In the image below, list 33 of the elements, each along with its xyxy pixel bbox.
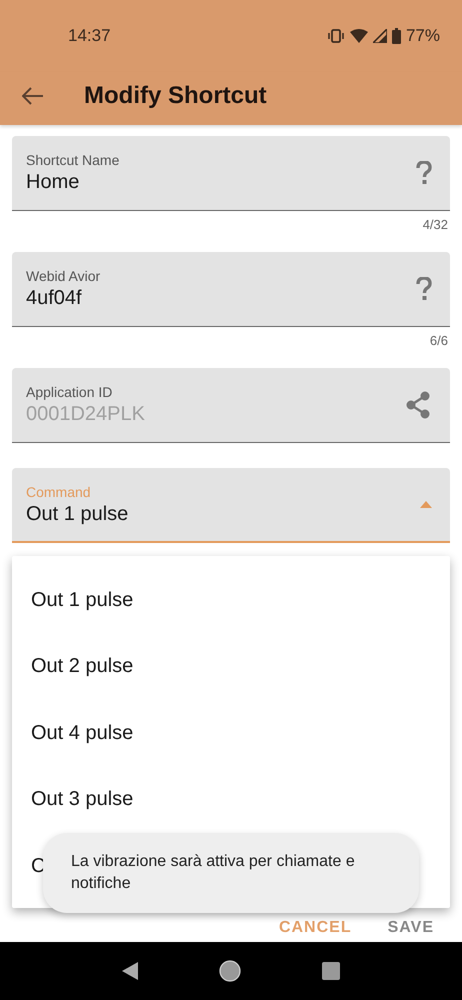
- field-label: Webid Avior: [26, 268, 102, 284]
- help-icon[interactable]: [416, 161, 432, 185]
- text-field[interactable]: Webid Avior 4uf04f: [12, 252, 450, 327]
- character-counter: 6/6: [430, 333, 448, 348]
- battery-percent: 77%: [406, 26, 440, 46]
- battery-icon: [392, 28, 401, 44]
- caret-icon: [420, 501, 432, 508]
- command-dropdown[interactable]: Command Out 1 pulse: [12, 468, 450, 543]
- field-value: Out 1 pulse: [26, 502, 130, 526]
- menu-item[interactable]: Out 1 pulse: [31, 588, 134, 612]
- character-counter: 4/32: [422, 217, 448, 232]
- menu-item[interactable]: Out 2 pulse: [31, 655, 134, 678]
- field-label: Shortcut Name: [26, 152, 120, 168]
- dialog-button[interactable]: SAVE: [380, 916, 442, 940]
- field-label: Command: [26, 484, 92, 500]
- back-arrow-icon[interactable]: [22, 86, 44, 104]
- field-value: 0001D24PLK: [26, 403, 146, 426]
- help-icon[interactable]: [416, 277, 432, 301]
- vibrate-icon: [326, 29, 345, 43]
- menu-item[interactable]: Out 4 pulse: [31, 722, 134, 745]
- screen-title: Modify Shortcut: [84, 82, 267, 110]
- wifi-icon: [350, 29, 368, 43]
- home-nav-icon[interactable]: [218, 960, 241, 982]
- field-value: Home: [26, 171, 80, 194]
- field-value: 4uf04f: [26, 287, 83, 310]
- clock-time: 14:37: [68, 26, 111, 46]
- text-field[interactable]: Shortcut Name Home: [12, 136, 450, 211]
- back-nav-icon[interactable]: [122, 962, 138, 980]
- toast-message: La vibrazione sarà attiva per chiamate e notifiche: [71, 852, 356, 894]
- menu-item[interactable]: Out 3 pulse: [31, 788, 134, 812]
- signal-icon: [372, 29, 387, 43]
- recents-nav-icon[interactable]: [322, 962, 340, 980]
- field-label: Application ID: [26, 384, 114, 400]
